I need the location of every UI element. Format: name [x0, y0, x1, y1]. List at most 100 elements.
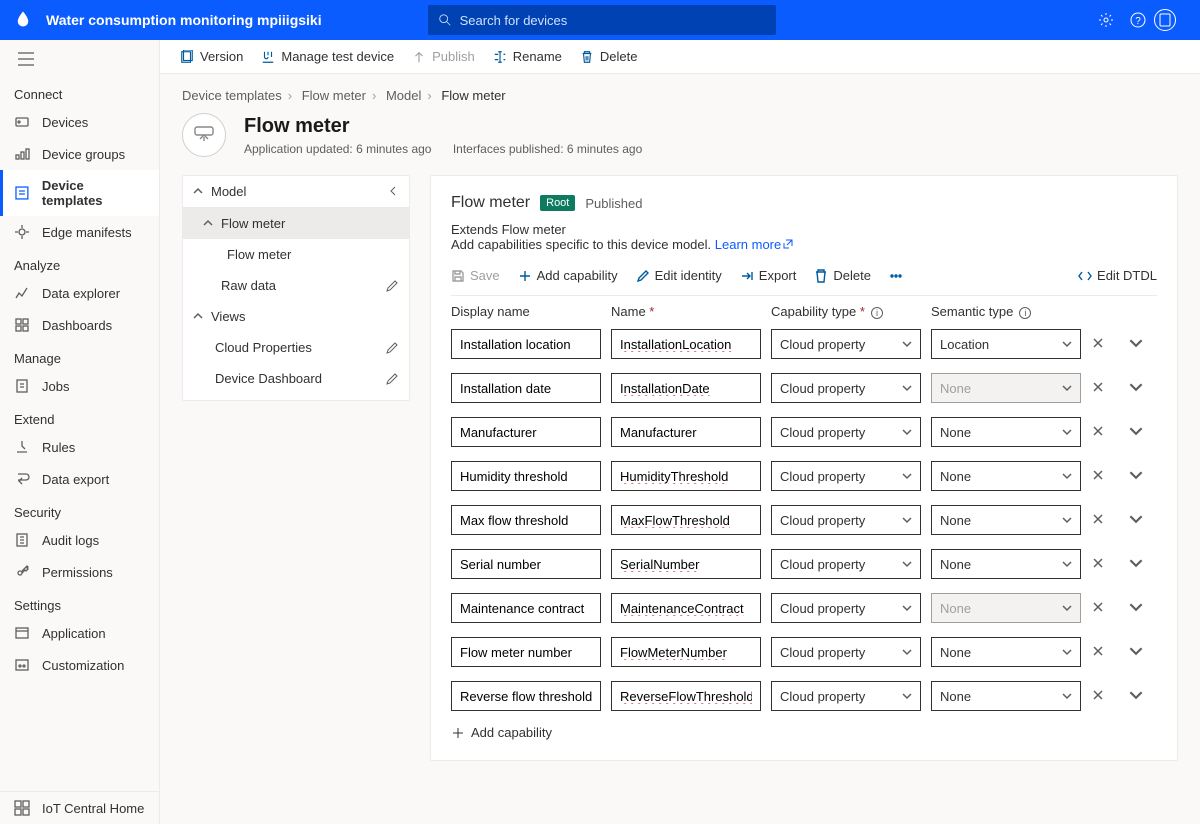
- capability-type-select[interactable]: Cloud property: [771, 681, 921, 711]
- name-input[interactable]: [611, 637, 761, 667]
- display-name-input[interactable]: [451, 637, 601, 667]
- export-button[interactable]: Export: [740, 268, 797, 283]
- semantic-type-select[interactable]: None: [931, 681, 1081, 711]
- capability-type-select[interactable]: Cloud property: [771, 461, 921, 491]
- tree-views[interactable]: Views: [183, 301, 409, 332]
- collapse-icon[interactable]: [389, 184, 399, 199]
- hamburger-icon[interactable]: [0, 40, 159, 77]
- tree-cloudprops[interactable]: Cloud Properties: [183, 332, 409, 363]
- crumb-0[interactable]: Device templates: [182, 88, 282, 103]
- semantic-type-select[interactable]: Location: [931, 329, 1081, 359]
- edit-icon[interactable]: [385, 341, 399, 355]
- learn-more-link[interactable]: Learn more: [715, 237, 793, 252]
- expand-row-icon[interactable]: [1129, 424, 1157, 441]
- settings-icon[interactable]: [1090, 12, 1122, 29]
- semantic-type-select[interactable]: None: [931, 637, 1081, 667]
- name-input[interactable]: [611, 505, 761, 535]
- name-input[interactable]: [611, 461, 761, 491]
- remove-row-icon[interactable]: [1091, 424, 1119, 441]
- capability-type-select[interactable]: Cloud property: [771, 593, 921, 623]
- name-input[interactable]: [611, 549, 761, 579]
- edit-dtdl-button[interactable]: Edit DTDL: [1078, 268, 1157, 283]
- expand-row-icon[interactable]: [1129, 380, 1157, 397]
- edit-identity-button[interactable]: Edit identity: [636, 268, 722, 283]
- display-name-input[interactable]: [451, 681, 601, 711]
- display-name-input[interactable]: [451, 417, 601, 447]
- remove-row-icon[interactable]: [1091, 600, 1119, 617]
- manage-test-device-button[interactable]: Manage test device: [261, 49, 394, 64]
- capability-type-select[interactable]: Cloud property: [771, 417, 921, 447]
- expand-row-icon[interactable]: [1129, 512, 1157, 529]
- more-icon[interactable]: [889, 269, 903, 283]
- side-group-label: Manage: [0, 341, 159, 370]
- name-input[interactable]: [611, 417, 761, 447]
- sidebar-item-edge-manifests[interactable]: Edge manifests: [0, 216, 159, 248]
- display-name-input[interactable]: [451, 593, 601, 623]
- capability-type-select[interactable]: Cloud property: [771, 373, 921, 403]
- tree-flowmeter[interactable]: Flow meter: [183, 208, 409, 239]
- remove-row-icon[interactable]: [1091, 468, 1119, 485]
- name-input[interactable]: [611, 593, 761, 623]
- delete-button[interactable]: Delete: [580, 49, 638, 64]
- display-name-input[interactable]: [451, 329, 601, 359]
- help-icon[interactable]: ?: [1122, 12, 1154, 29]
- sidebar-item-dashboards[interactable]: Dashboards: [0, 309, 159, 341]
- expand-row-icon[interactable]: [1129, 336, 1157, 353]
- semantic-type-select[interactable]: None: [931, 505, 1081, 535]
- capability-type-select[interactable]: Cloud property: [771, 329, 921, 359]
- tree-model[interactable]: Model: [183, 176, 409, 208]
- display-name-input[interactable]: [451, 461, 601, 491]
- expand-row-icon[interactable]: [1129, 600, 1157, 617]
- sidebar-item-rules[interactable]: Rules: [0, 431, 159, 463]
- side-group-label: Analyze: [0, 248, 159, 277]
- expand-row-icon[interactable]: [1129, 468, 1157, 485]
- add-capability-button[interactable]: Add capability: [518, 268, 618, 283]
- crumb-1[interactable]: Flow meter: [302, 88, 366, 103]
- crumb-2[interactable]: Model: [386, 88, 421, 103]
- capability-type-select[interactable]: Cloud property: [771, 549, 921, 579]
- expand-row-icon[interactable]: [1129, 688, 1157, 705]
- semantic-type-select[interactable]: None: [931, 549, 1081, 579]
- capability-type-select[interactable]: Cloud property: [771, 505, 921, 535]
- semantic-type-select[interactable]: None: [931, 417, 1081, 447]
- display-name-input[interactable]: [451, 505, 601, 535]
- sidebar-item-device-groups[interactable]: Device groups: [0, 138, 159, 170]
- name-input[interactable]: [611, 329, 761, 359]
- edit-icon[interactable]: [385, 279, 399, 293]
- add-capability-row[interactable]: Add capability: [451, 725, 1157, 740]
- sidebar-item-device-templates[interactable]: Device templates: [0, 170, 159, 216]
- version-button[interactable]: Version: [180, 49, 243, 64]
- sidebar-item-audit-logs[interactable]: Audit logs: [0, 524, 159, 556]
- remove-row-icon[interactable]: [1091, 512, 1119, 529]
- tree-rawdata[interactable]: Raw data: [183, 270, 409, 301]
- semantic-type-select[interactable]: None: [931, 461, 1081, 491]
- editor-delete-button[interactable]: Delete: [814, 268, 871, 283]
- name-input[interactable]: [611, 373, 761, 403]
- expand-row-icon[interactable]: [1129, 644, 1157, 661]
- search-input[interactable]: Search for devices: [428, 5, 776, 35]
- remove-row-icon[interactable]: [1091, 688, 1119, 705]
- remove-row-icon[interactable]: [1091, 336, 1119, 353]
- capability-row: Cloud property Location: [451, 329, 1157, 359]
- sidebar-item-permissions[interactable]: Permissions: [0, 556, 159, 588]
- tree-flowmeter-child[interactable]: Flow meter: [183, 239, 409, 270]
- remove-row-icon[interactable]: [1091, 556, 1119, 573]
- sidebar-item-data-explorer[interactable]: Data explorer: [0, 277, 159, 309]
- expand-row-icon[interactable]: [1129, 556, 1157, 573]
- remove-row-icon[interactable]: [1091, 380, 1119, 397]
- sidebar-home[interactable]: IoT Central Home: [0, 792, 159, 824]
- sidebar-item-customization[interactable]: Customization: [0, 649, 159, 681]
- tree-devicedash[interactable]: Device Dashboard: [183, 363, 409, 394]
- capability-type-select[interactable]: Cloud property: [771, 637, 921, 667]
- remove-row-icon[interactable]: [1091, 644, 1119, 661]
- name-input[interactable]: [611, 681, 761, 711]
- sidebar-item-application[interactable]: Application: [0, 617, 159, 649]
- avatar[interactable]: [1154, 9, 1186, 31]
- edit-icon[interactable]: [385, 372, 399, 386]
- display-name-input[interactable]: [451, 373, 601, 403]
- sidebar-item-jobs[interactable]: Jobs: [0, 370, 159, 402]
- rename-button[interactable]: Rename: [493, 49, 562, 64]
- sidebar-item-data-export[interactable]: Data export: [0, 463, 159, 495]
- sidebar-item-devices[interactable]: Devices: [0, 106, 159, 138]
- display-name-input[interactable]: [451, 549, 601, 579]
